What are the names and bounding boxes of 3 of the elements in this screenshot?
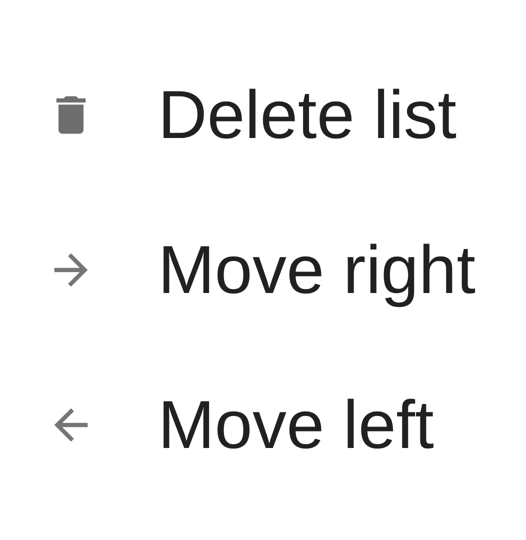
menu-item[interactable]: Move left bbox=[0, 347, 526, 502]
menu-item[interactable]: Delete list bbox=[0, 37, 526, 192]
menu-item[interactable]: Move right bbox=[0, 192, 526, 347]
